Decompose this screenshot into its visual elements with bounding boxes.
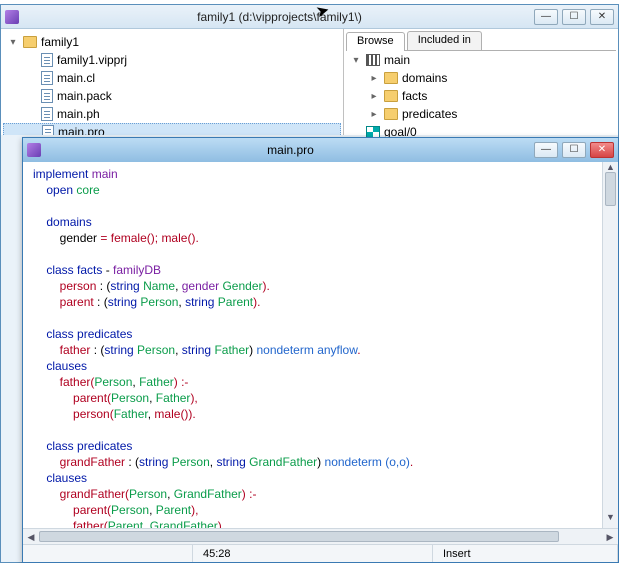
editor-titlebar[interactable]: main.pro — ☐ ✕: [23, 138, 618, 162]
code-line[interactable]: implement main: [33, 166, 608, 182]
scroll-down-icon[interactable]: ▼: [603, 512, 618, 528]
btree-domains[interactable]: ▸ domains: [346, 69, 616, 87]
folder-icon: [384, 72, 398, 84]
scroll-right-icon[interactable]: ▶: [602, 529, 618, 544]
code-line[interactable]: person(Father, male()).: [33, 406, 608, 422]
tree-file-main-ph[interactable]: main.ph: [3, 105, 341, 123]
tree-file-vipprj[interactable]: family1.vipprj: [3, 51, 341, 69]
tree-item-label: predicates: [402, 107, 616, 121]
code-line[interactable]: [33, 198, 608, 214]
browse-tree[interactable]: ▾main▸domains▸facts▸predicatesgoal/0: [346, 51, 616, 141]
editor-maximize-button[interactable]: ☐: [562, 142, 586, 158]
project-window-title: family1 (d:\vipprojects\family1\): [25, 10, 534, 24]
editor-body: implement main open core domains gender …: [23, 162, 618, 528]
code-line[interactable]: father : (string Person, string Father) …: [33, 342, 608, 358]
code-line[interactable]: parent : (string Person, string Parent).: [33, 294, 608, 310]
tree-item-label: domains: [402, 71, 616, 85]
code-line[interactable]: [33, 310, 608, 326]
code-line[interactable]: [33, 422, 608, 438]
expand-toggle-icon[interactable]: ▾: [350, 55, 362, 66]
code-line[interactable]: domains: [33, 214, 608, 230]
code-line[interactable]: parent(Person, Parent),: [33, 502, 608, 518]
file-icon: [41, 53, 53, 67]
code-line[interactable]: clauses: [33, 470, 608, 486]
editor-app-icon: [27, 143, 41, 157]
tree-file-main-cl[interactable]: main.cl: [3, 69, 341, 87]
expand-toggle-icon[interactable]: ▸: [368, 91, 380, 102]
editor-title: main.pro: [47, 143, 534, 157]
project-window-controls: — ☐ ✕: [534, 9, 614, 25]
status-edit-mode: Insert: [433, 545, 618, 562]
code-line[interactable]: class facts - familyDB: [33, 262, 608, 278]
editor-window-controls: — ☐ ✕: [534, 142, 614, 158]
code-line[interactable]: parent(Person, Father),: [33, 390, 608, 406]
browse-pane: Browse Included in ▾ main ▸ domains ▸ facts ▸ p…: [344, 29, 618, 135]
expand-toggle-icon[interactable]: ▸: [368, 109, 380, 120]
code-line[interactable]: father(Person, Father) :-: [33, 374, 608, 390]
tree-item-label: main.cl: [57, 71, 341, 85]
tree-file-main-pack[interactable]: main.pack: [3, 87, 341, 105]
code-line[interactable]: [33, 246, 608, 262]
file-icon: [41, 71, 53, 85]
status-cell-empty: [23, 545, 193, 562]
tree-file-main-pro[interactable]: main.pro: [3, 123, 341, 135]
tree-item-label: family1.vipprj: [57, 53, 341, 67]
code-line[interactable]: grandFather : (string Person, string Gra…: [33, 454, 608, 470]
btree-predicates[interactable]: ▸ predicates: [346, 105, 616, 123]
tree-item-label: main.pack: [57, 89, 341, 103]
expand-toggle-icon[interactable]: ▾: [7, 37, 19, 48]
tree-item-label: facts: [402, 89, 616, 103]
folder-icon: [384, 108, 398, 120]
expand-toggle-icon[interactable]: ▸: [368, 73, 380, 84]
btree-facts[interactable]: ▸ facts: [346, 87, 616, 105]
tree-item-label: family1: [41, 35, 341, 49]
horizontal-scroll-thumb[interactable]: [39, 531, 559, 542]
code-line[interactable]: clauses: [33, 358, 608, 374]
tree-item-label: main.pro: [58, 125, 340, 135]
tree-item-label: main: [384, 53, 616, 67]
code-line[interactable]: gender = female(); male().: [33, 230, 608, 246]
project-tree[interactable]: ▾ family1 family1.vipprj main.cl main.pack ma…: [1, 29, 344, 135]
scroll-left-icon[interactable]: ◀: [23, 529, 39, 544]
close-button[interactable]: ✕: [590, 9, 614, 25]
code-line[interactable]: class predicates: [33, 438, 608, 454]
tree-folder-family1[interactable]: ▾ family1: [3, 33, 341, 51]
btree-main[interactable]: ▾ main: [346, 51, 616, 69]
code-line[interactable]: grandFather(Person, GrandFather) :-: [33, 486, 608, 502]
project-titlebar[interactable]: family1 (d:\vipprojects\family1\) ➤ — ☐ …: [1, 5, 618, 29]
vertical-scroll-thumb[interactable]: [605, 172, 616, 206]
horizontal-scrollbar[interactable]: ◀ ▶: [23, 528, 618, 544]
code-line[interactable]: father(Parent, GrandFather).: [33, 518, 608, 528]
code-editor[interactable]: implement main open core domains gender …: [23, 162, 618, 528]
code-line[interactable]: open core: [33, 182, 608, 198]
maximize-button[interactable]: ☐: [562, 9, 586, 25]
status-cursor-position: 45:28: [193, 545, 433, 562]
minimize-button[interactable]: —: [534, 9, 558, 25]
code-line[interactable]: class predicates: [33, 326, 608, 342]
tree-item-label: main.ph: [57, 107, 341, 121]
folder-icon: [23, 36, 37, 48]
editor-minimize-button[interactable]: —: [534, 142, 558, 158]
file-icon: [42, 125, 54, 135]
editor-window: main.pro — ☐ ✕ implement main open core …: [22, 137, 619, 563]
tab-browse[interactable]: Browse: [346, 32, 405, 51]
editor-close-button[interactable]: ✕: [590, 142, 614, 158]
vertical-scrollbar[interactable]: ▲ ▼: [602, 162, 618, 528]
app-icon: [5, 10, 19, 24]
browse-tabs: Browse Included in: [346, 31, 616, 51]
code-line[interactable]: person : (string Name, gender Gender).: [33, 278, 608, 294]
folder-icon: [384, 90, 398, 102]
tab-included-in[interactable]: Included in: [407, 31, 482, 50]
module-icon: [366, 54, 380, 66]
status-bar: 45:28 Insert: [23, 544, 618, 562]
file-icon: [41, 107, 53, 121]
file-icon: [41, 89, 53, 103]
